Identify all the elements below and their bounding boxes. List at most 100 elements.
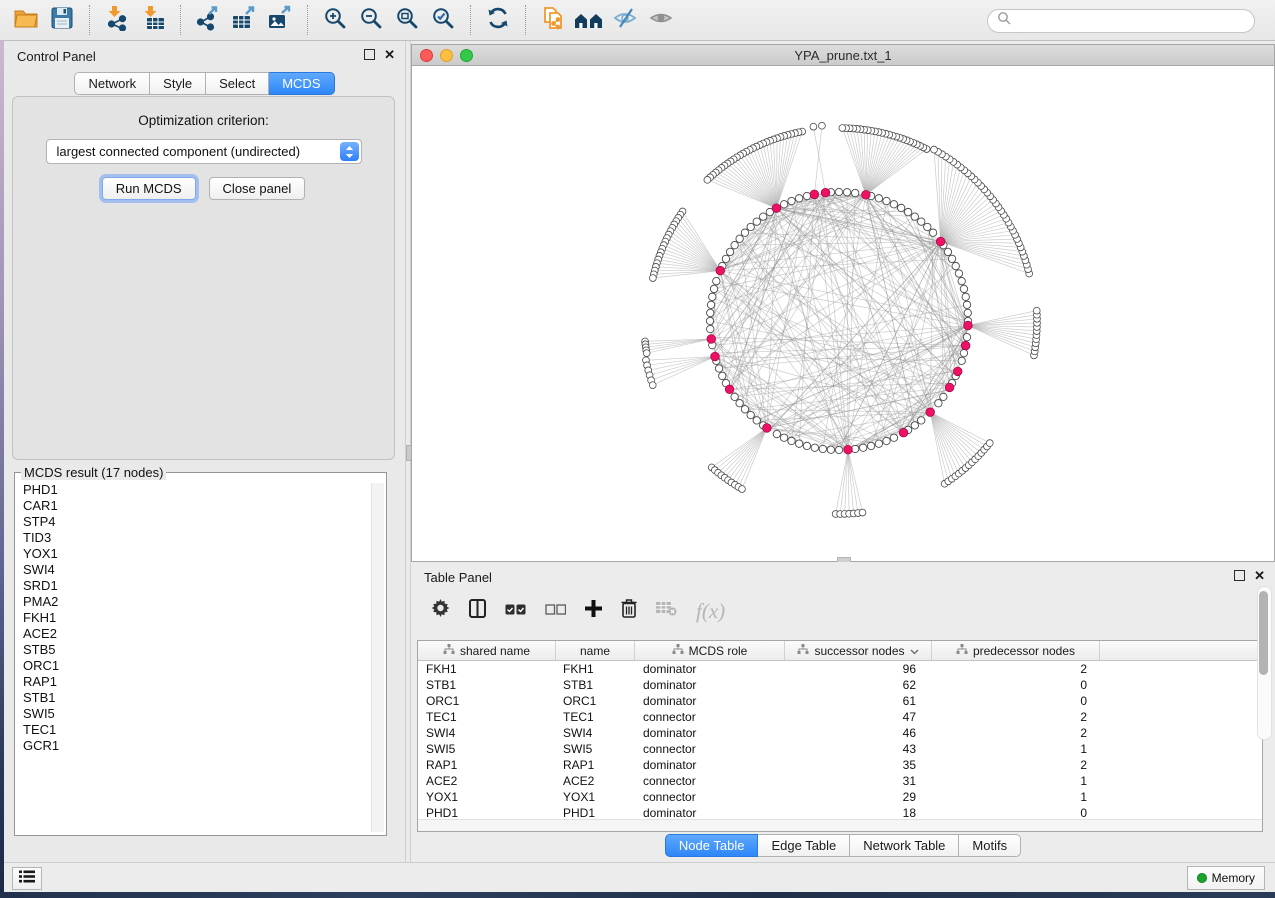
network-canvas[interactable] bbox=[411, 66, 1275, 562]
toolbar-separator bbox=[307, 5, 308, 35]
table-row[interactable]: STB1STB1dominator620 bbox=[418, 677, 1262, 693]
column-header-predecessor-nodes[interactable]: predecessor nodes bbox=[932, 641, 1100, 660]
table-row[interactable]: RAP1RAP1dominator352 bbox=[418, 757, 1262, 773]
mcds-result-list: PHD1CAR1STP4TID3YOX1SWI4SRD1PMA2FKH1ACE2… bbox=[15, 480, 370, 835]
node-table[interactable]: shared namenameMCDS rolesuccessor nodesp… bbox=[417, 640, 1263, 832]
horizontal-scrollbar[interactable] bbox=[418, 819, 1262, 831]
mcds-result-item[interactable]: PHD1 bbox=[23, 482, 370, 498]
zoom-out-button[interactable] bbox=[353, 3, 389, 37]
mcds-result-item[interactable]: CAR1 bbox=[23, 498, 370, 514]
export-image-button[interactable] bbox=[262, 3, 298, 37]
vertical-scrollbar[interactable] bbox=[1257, 586, 1272, 740]
delete-column-button[interactable] bbox=[621, 599, 637, 623]
table-row[interactable]: SWI5SWI5connector431 bbox=[418, 741, 1262, 757]
table-row[interactable]: YOX1YOX1connector291 bbox=[418, 789, 1262, 805]
tab-style[interactable]: Style bbox=[150, 72, 206, 95]
zoom-in-icon bbox=[322, 5, 348, 36]
mcds-result-item[interactable]: RAP1 bbox=[23, 674, 370, 690]
memory-button[interactable]: Memory bbox=[1187, 866, 1265, 890]
network-window-titlebar[interactable]: YPA_prune.txt_1 bbox=[411, 44, 1275, 66]
table-tab-edge-table[interactable]: Edge Table bbox=[758, 834, 850, 857]
column-header-shared-name[interactable]: shared name bbox=[418, 641, 556, 660]
show-panels-list-button[interactable] bbox=[12, 867, 42, 890]
float-panel-icon[interactable] bbox=[364, 49, 375, 60]
close-panel-button[interactable]: Close panel bbox=[209, 177, 306, 200]
deselect-all-button[interactable] bbox=[545, 602, 566, 620]
eye-slash-icon bbox=[612, 5, 638, 36]
float-panel-icon[interactable] bbox=[1234, 570, 1245, 581]
tab-mcds[interactable]: MCDS bbox=[269, 72, 334, 95]
clone-network-button[interactable] bbox=[535, 3, 571, 37]
export-network-button[interactable] bbox=[190, 3, 226, 37]
network-graph[interactable] bbox=[412, 66, 1274, 560]
mcds-result-item[interactable]: FKH1 bbox=[23, 610, 370, 626]
search-input[interactable] bbox=[1017, 13, 1254, 30]
table-row[interactable]: TEC1TEC1connector472 bbox=[418, 709, 1262, 725]
select-all-button[interactable] bbox=[505, 602, 526, 620]
tab-select[interactable]: Select bbox=[206, 72, 269, 95]
cell-mcds-role: connector bbox=[635, 790, 785, 804]
mcds-result-item[interactable]: PMA2 bbox=[23, 594, 370, 610]
scrollbar-thumb[interactable] bbox=[1259, 591, 1268, 675]
show-all-button[interactable] bbox=[643, 3, 679, 37]
create-column-button[interactable] bbox=[585, 600, 602, 622]
houses-button[interactable] bbox=[571, 3, 607, 37]
mcds-result-item[interactable]: ORC1 bbox=[23, 658, 370, 674]
close-panel-icon[interactable]: ✕ bbox=[384, 50, 395, 60]
mcds-result-item[interactable]: GCR1 bbox=[23, 738, 370, 754]
hide-selected-button[interactable] bbox=[607, 3, 643, 37]
table-tab-network-table[interactable]: Network Table bbox=[850, 834, 959, 857]
mcds-result-item[interactable]: YOX1 bbox=[23, 546, 370, 562]
mcds-result-item[interactable]: SRD1 bbox=[23, 578, 370, 594]
function-builder-button-disabled: f(x) bbox=[696, 599, 725, 624]
column-header-mcds-role[interactable]: MCDS role bbox=[635, 641, 785, 660]
mcds-tab-content: Optimization criterion: largest connecte… bbox=[12, 96, 395, 460]
mcds-result-item[interactable]: STB1 bbox=[23, 690, 370, 706]
run-mcds-button[interactable]: Run MCDS bbox=[102, 177, 196, 200]
search-box[interactable] bbox=[987, 9, 1255, 33]
optimization-criterion-select[interactable]: largest connected component (undirected) bbox=[46, 139, 362, 164]
column-header-name[interactable]: name bbox=[556, 641, 635, 660]
import-network-button[interactable] bbox=[99, 3, 135, 37]
zoom-in-button[interactable] bbox=[317, 3, 353, 37]
mcds-result-item[interactable]: SWI4 bbox=[23, 562, 370, 578]
export-table-button[interactable] bbox=[226, 3, 262, 37]
table-row[interactable]: FKH1FKH1dominator962 bbox=[418, 661, 1262, 677]
mcds-result-item[interactable]: SWI5 bbox=[23, 706, 370, 722]
cell-shared-name: ORC1 bbox=[418, 694, 556, 708]
cell-successor-nodes: 46 bbox=[785, 726, 932, 740]
zoom-selected-icon bbox=[430, 5, 456, 36]
show-columns-button[interactable] bbox=[469, 599, 486, 623]
table-row[interactable]: ORC1ORC1dominator610 bbox=[418, 693, 1262, 709]
cell-mcds-role: dominator bbox=[635, 678, 785, 692]
mcds-list-scrollbar[interactable] bbox=[371, 483, 384, 832]
save-session-button[interactable] bbox=[44, 3, 80, 37]
table-tab-node-table[interactable]: Node Table bbox=[665, 834, 759, 857]
table-row[interactable]: ACE2ACE2connector311 bbox=[418, 773, 1262, 789]
close-panel-icon[interactable]: ✕ bbox=[1254, 571, 1265, 581]
zoom-selected-button[interactable] bbox=[425, 3, 461, 37]
shared-column-icon bbox=[797, 644, 809, 658]
zoom-fit-icon bbox=[394, 5, 420, 36]
import-table-button[interactable] bbox=[135, 3, 171, 37]
cell-shared-name: SWI5 bbox=[418, 742, 556, 756]
tab-network[interactable]: Network bbox=[74, 72, 150, 95]
cell-predecessor-nodes: 2 bbox=[932, 710, 1100, 724]
desktop-wallpaper-bottom-edge bbox=[0, 892, 1275, 898]
table-tab-motifs[interactable]: Motifs bbox=[959, 834, 1021, 857]
cell-mcds-role: dominator bbox=[635, 694, 785, 708]
mcds-result-item[interactable]: ACE2 bbox=[23, 626, 370, 642]
open-session-button[interactable] bbox=[8, 3, 44, 37]
zoom-fit-button[interactable] bbox=[389, 3, 425, 37]
cell-shared-name: SWI4 bbox=[418, 726, 556, 740]
cell-name: FKH1 bbox=[556, 662, 635, 676]
mcds-result-item[interactable]: STB5 bbox=[23, 642, 370, 658]
table-settings-button[interactable] bbox=[431, 599, 450, 623]
column-header-successor-nodes[interactable]: successor nodes bbox=[785, 641, 932, 660]
table-row[interactable]: SWI4SWI4dominator462 bbox=[418, 725, 1262, 741]
gear-icon bbox=[431, 599, 450, 623]
mcds-result-item[interactable]: STP4 bbox=[23, 514, 370, 530]
apply-layout-button[interactable] bbox=[480, 3, 516, 37]
mcds-result-item[interactable]: TID3 bbox=[23, 530, 370, 546]
mcds-result-item[interactable]: TEC1 bbox=[23, 722, 370, 738]
